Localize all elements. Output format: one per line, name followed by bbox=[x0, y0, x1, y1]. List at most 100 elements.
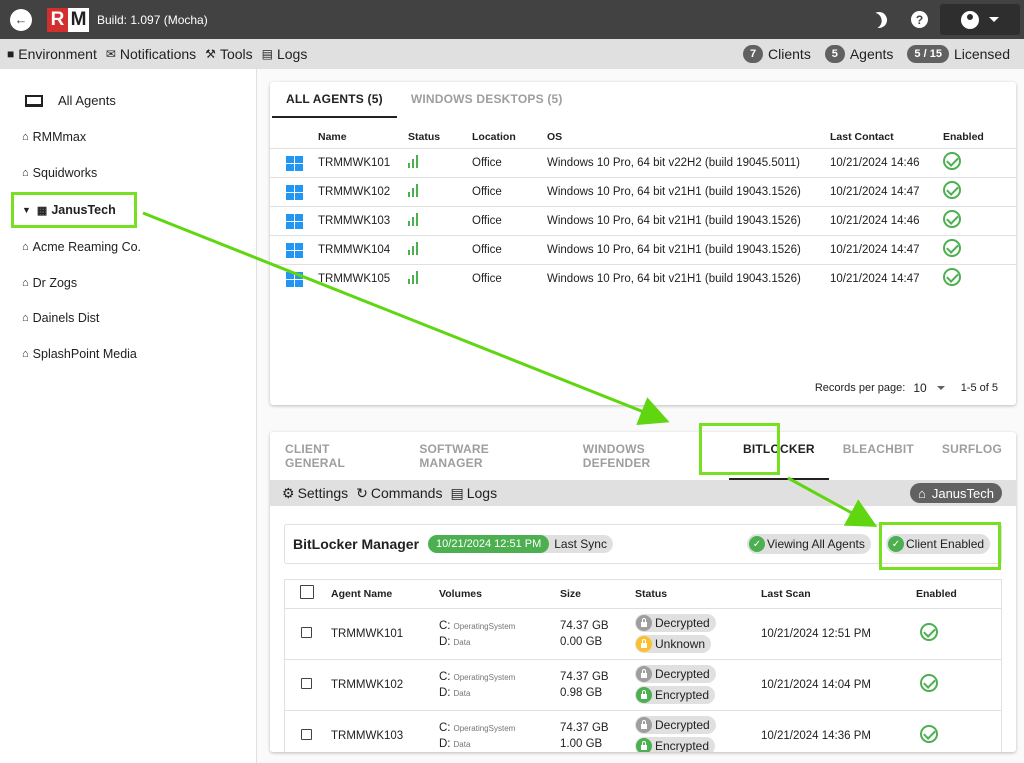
check-circle-icon[interactable] bbox=[920, 725, 938, 744]
col-enabled[interactable]: Enabled bbox=[916, 580, 1001, 608]
sidebar-item-label: RMMmax bbox=[32, 130, 87, 144]
table-row[interactable]: TRMMWK105 Office Windows 10 Pro, 64 bit v2… bbox=[270, 263, 1016, 293]
last-sync-label: Last Sync bbox=[554, 537, 607, 551]
col-location[interactable]: Location bbox=[472, 126, 547, 148]
clients-label[interactable]: Clients bbox=[768, 46, 811, 62]
menu-logs[interactable]: ▤ Logs bbox=[262, 46, 308, 62]
client-chip-label: JanusTech bbox=[931, 485, 994, 501]
menu-tools-label: Tools bbox=[219, 46, 253, 62]
sidebar-item-dainels-dist[interactable]: ⌂ Dainels Dist bbox=[22, 311, 99, 325]
agent-name: TRMMWK101 bbox=[318, 147, 408, 177]
enabled-cell bbox=[916, 658, 1001, 710]
back-arrow-icon[interactable]: ← bbox=[10, 8, 32, 31]
check-circle-icon[interactable] bbox=[943, 210, 961, 228]
check-circle-icon[interactable] bbox=[920, 623, 938, 641]
volume-type: OperatingSystem bbox=[453, 672, 516, 682]
sidebar-item-all-agents[interactable]: All Agents bbox=[25, 93, 116, 108]
chevron-down-icon[interactable] bbox=[936, 386, 945, 390]
tab-client-general[interactable]: CLIENT GENERAL bbox=[271, 432, 405, 480]
last-sync-pill: 10/21/2024 12:51 PM Last Sync bbox=[428, 535, 613, 553]
table-row[interactable]: TRMMWK102 Office Windows 10 Pro, 64 bit v2… bbox=[270, 176, 1016, 206]
envelope-icon: ✉ bbox=[105, 47, 116, 61]
user-menu-button[interactable] bbox=[940, 4, 1020, 35]
table-row[interactable]: TRMMWK101 Office Windows 10 Pro, 64 bit v2… bbox=[270, 147, 1016, 177]
sidebar-item-acme-reaming[interactable]: ⌂ Acme Reaming Co. bbox=[22, 240, 141, 254]
col-agent-name[interactable]: Agent Name bbox=[331, 580, 439, 608]
caret-down-icon[interactable]: ▼ bbox=[22, 205, 31, 215]
lock-open-icon bbox=[636, 614, 652, 631]
col-volumes[interactable]: Volumes bbox=[439, 580, 560, 608]
sidebar-item-splashpoint-media[interactable]: ⌂ SplashPoint Media bbox=[22, 347, 137, 361]
subnav-logs[interactable]: Logs bbox=[467, 485, 497, 501]
check-circle-icon[interactable] bbox=[920, 674, 938, 692]
select-cell bbox=[285, 658, 331, 710]
col-last-scan[interactable]: Last Scan bbox=[761, 580, 916, 608]
status-chip: Encrypted bbox=[635, 685, 716, 704]
tab-surflog[interactable]: SURFLOG bbox=[928, 432, 1016, 480]
row-checkbox[interactable] bbox=[301, 626, 312, 638]
tab-windows-desktops[interactable]: WINDOWS DESKTOPS (5) bbox=[397, 82, 577, 118]
agent-location: Office bbox=[472, 234, 547, 264]
windows-icon bbox=[286, 214, 303, 229]
sidebar-item-label: All Agents bbox=[58, 93, 116, 108]
table-row[interactable]: TRMMWK101 C: OperatingSystem D: Data 74.37 GB… bbox=[285, 607, 1001, 659]
sidebar-item-dr-zogs[interactable]: ⌂ Dr Zogs bbox=[22, 276, 77, 290]
check-circle-icon[interactable] bbox=[943, 181, 961, 199]
col-size[interactable]: Size bbox=[560, 580, 635, 608]
status-cell bbox=[408, 176, 472, 206]
agents-label[interactable]: Agents bbox=[850, 46, 894, 62]
select-all-checkbox[interactable] bbox=[300, 585, 314, 600]
sidebar-item-rmmmax[interactable]: ⌂ RMMmax bbox=[22, 130, 86, 144]
check-circle-icon[interactable] bbox=[943, 268, 961, 287]
signal-strength-icon bbox=[408, 212, 418, 226]
subnav-settings[interactable]: Settings bbox=[298, 485, 349, 501]
col-last-contact[interactable]: Last Contact bbox=[830, 126, 943, 148]
sidebar-item-squidworks[interactable]: ⌂ Squidworks bbox=[22, 166, 97, 180]
tab-windows-defender[interactable]: WINDOWS DEFENDER bbox=[569, 432, 729, 480]
table-row[interactable]: TRMMWK103 Office Windows 10 Pro, 64 bit v2… bbox=[270, 205, 1016, 235]
last-scan: 10/21/2024 12:51 PM bbox=[761, 607, 916, 659]
agents-card: ALL AGENTS (5) WINDOWS DESKTOPS (5) Name… bbox=[270, 82, 1016, 405]
agent-location: Office bbox=[472, 263, 547, 293]
table-header-row: Agent Name Volumes Size Status Last Scan… bbox=[285, 580, 1001, 608]
tab-all-agents[interactable]: ALL AGENTS (5) bbox=[272, 82, 397, 118]
tab-software-manager[interactable]: SOFTWARE MANAGER bbox=[405, 432, 568, 480]
col-name[interactable]: Name bbox=[318, 126, 408, 148]
col-status[interactable]: Status bbox=[408, 126, 472, 148]
tab-bitlocker[interactable]: BITLOCKER bbox=[728, 432, 829, 480]
check-circle-icon[interactable] bbox=[943, 152, 961, 170]
menu-environment[interactable]: ■ Environment bbox=[7, 46, 97, 62]
agent-name: TRMMWK103 bbox=[318, 205, 408, 235]
size-cell: 74.37 GB 0.00 GB bbox=[560, 607, 635, 659]
table-row[interactable]: TRMMWK104 Office Windows 10 Pro, 64 bit v2… bbox=[270, 234, 1016, 264]
lock-icon bbox=[636, 686, 652, 703]
client-enabled-chip[interactable]: ✓ Client Enabled bbox=[886, 534, 991, 554]
check-circle-icon[interactable] bbox=[943, 239, 961, 257]
tab-bleachbit[interactable]: BLEACHBIT bbox=[829, 432, 928, 480]
agent-os: Windows 10 Pro, 64 bit v21H1 (build 1904… bbox=[547, 205, 830, 235]
col-os[interactable]: OS bbox=[547, 126, 830, 148]
records-per-page-select[interactable]: 10 bbox=[913, 381, 926, 395]
menu-notifications[interactable]: ✉ Notifications bbox=[106, 46, 196, 62]
tools-icon: ⚒ bbox=[205, 47, 216, 61]
agent-name: TRMMWK101 bbox=[331, 607, 439, 659]
records-per-page-label: Records per page: bbox=[814, 382, 906, 394]
windows-icon bbox=[286, 272, 303, 288]
col-enabled[interactable]: Enabled bbox=[943, 126, 1016, 148]
dark-mode-moon-icon[interactable] bbox=[868, 9, 890, 31]
agent-last-contact: 10/21/2024 14:47 bbox=[830, 176, 943, 206]
status-chip: Decrypted bbox=[635, 664, 716, 683]
row-checkbox[interactable] bbox=[301, 677, 312, 689]
help-icon[interactable]: ? bbox=[911, 11, 928, 28]
sidebar-item-janustech[interactable]: ▼ ▦ JanusTech bbox=[22, 203, 116, 217]
status-cell bbox=[408, 234, 472, 264]
row-checkbox[interactable] bbox=[301, 728, 312, 740]
table-row[interactable]: TRMMWK102 C: OperatingSystem D: Data 74.37 GB… bbox=[285, 658, 1001, 710]
menu-tools[interactable]: ⚒ Tools bbox=[205, 46, 252, 62]
bitlocker-table-wrap: Agent Name Volumes Size Status Last Scan… bbox=[284, 579, 1002, 752]
menu-environment-label: Environment bbox=[18, 46, 97, 62]
table-row[interactable]: TRMMWK103 C: OperatingSystem D: Data 74.37 GB… bbox=[285, 709, 1001, 752]
subnav-commands[interactable]: Commands bbox=[371, 485, 443, 501]
viewing-all-agents-chip[interactable]: ✓ Viewing All Agents bbox=[747, 534, 871, 554]
col-status[interactable]: Status bbox=[635, 580, 761, 608]
